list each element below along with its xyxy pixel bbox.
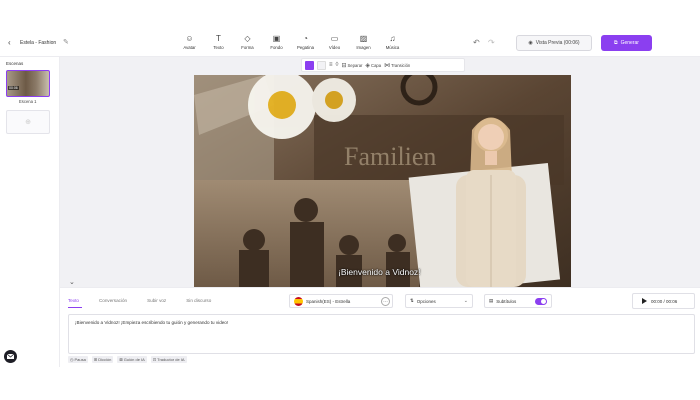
stage-background-image: Familien <box>194 75 571 287</box>
transition-icon: ⋈ <box>384 62 391 69</box>
subtitles-control: ▤ Subtítulos <box>484 294 552 308</box>
tool-sticker[interactable]: ◔ Pegatina <box>291 34 320 50</box>
tool-avatar[interactable]: ☺ Avatar <box>175 34 204 50</box>
redo-icon[interactable]: ↷ <box>488 38 495 47</box>
fill-icon[interactable]: ◊ <box>336 62 339 68</box>
scene-thumbnail[interactable]: 00:06 <box>6 70 50 97</box>
more-options-icon[interactable]: … <box>381 297 390 306</box>
project-title[interactable]: Estela - Fashion <box>20 40 56 46</box>
text-icon: T <box>216 34 221 43</box>
image-frame-icon: ▣ <box>272 34 281 43</box>
script-editor: Texto Conversación Subir voz Sin discurs… <box>60 287 700 367</box>
generate-icon: ⧉ <box>614 40 618 46</box>
color-swatch-purple[interactable] <box>305 60 314 70</box>
video-icon: ▭ <box>330 34 339 43</box>
tool-background[interactable]: ▣ Fondo <box>262 34 291 50</box>
music-icon: ♫ <box>389 34 396 43</box>
tab-text[interactable]: Texto <box>68 298 79 303</box>
ai-translator-chip[interactable]: ⊡ Traductor de IA <box>150 356 187 363</box>
canvas-toolbar: ≡ ◊ ⊟ Separar ◈ Capa ⋈ Transición <box>301 58 465 72</box>
mail-icon <box>7 354 14 359</box>
sliders-icon: ⇅ <box>410 298 414 303</box>
layer-button[interactable]: ◈ Capa <box>365 62 381 69</box>
pencil-icon[interactable]: ✎ <box>63 38 69 46</box>
pause-chip[interactable]: ◷ Pausa <box>68 356 88 363</box>
play-icon <box>642 298 647 304</box>
ai-script-chip[interactable]: ⊠ Guión de IA <box>117 356 147 363</box>
ai-script-icon: ⊠ <box>119 357 123 362</box>
subtitles-toggle[interactable] <box>535 298 547 305</box>
mail-button[interactable] <box>4 350 17 363</box>
layers-icon: ◈ <box>365 62 371 69</box>
diction-icon: ⊞ <box>93 357 98 362</box>
insert-toolbar: ☺ Avatar T Texto ◇ Forma ▣ Fondo ◔ Pegatina ▭… <box>175 34 407 50</box>
script-textarea[interactable]: ¡Bienvenido a Vidnoz! ¡Empieza escribien… <box>68 314 695 354</box>
undo-icon[interactable]: ↶ <box>473 38 480 47</box>
active-tab-indicator <box>68 307 82 308</box>
generate-button[interactable]: ⧉ Generar <box>601 35 652 51</box>
scenes-panel: Escenas 00:06 Escena 1 ⊕ <box>0 57 60 367</box>
chevron-left-icon[interactable]: ‹ <box>8 38 11 47</box>
preview-button[interactable]: ◉ Vista Previa (00:06) <box>516 35 592 51</box>
canvas-area: ≡ ◊ ⊟ Separar ◈ Capa ⋈ Transición Familien <box>60 57 700 287</box>
options-dropdown[interactable]: ⇅ Opciones ⌄ <box>405 294 473 308</box>
script-tools: ◷ Pausa ⊞ Dicción ⊠ Guión de IA ⊡ Traductor … <box>68 356 187 363</box>
separate-button[interactable]: ⊟ Separar <box>341 62 362 69</box>
editor-tabs: Texto Conversación Subir voz Sin discurs… <box>68 298 231 303</box>
scene-thumbnail-image <box>7 71 49 96</box>
scene-duration: 00:06 <box>8 86 19 90</box>
avatar-icon: ☺ <box>185 34 194 43</box>
tab-upload-voice[interactable]: Subir voz <box>147 298 166 303</box>
tool-video[interactable]: ▭ Vídeo <box>320 34 349 50</box>
scissors-icon: ⊟ <box>341 62 347 69</box>
tool-music[interactable]: ♫ Música <box>378 34 407 50</box>
scene-label: Escena 1 <box>19 99 37 104</box>
tool-text[interactable]: T Texto <box>204 34 233 50</box>
shapes-icon: ◇ <box>244 34 251 43</box>
tool-image[interactable]: ▨ Imagen <box>349 34 378 50</box>
play-button[interactable]: 00:00 / 00:06 <box>632 293 695 309</box>
clock-icon: ◷ <box>70 357 74 362</box>
tab-no-speech[interactable]: Sin discurso <box>186 298 211 303</box>
video-caption[interactable]: ¡Bienvenido a Vidnoz! <box>338 267 421 277</box>
top-bar: ‹ Estela - Fashion ✎ ☺ Avatar T Texto ◇ For… <box>0 29 700 57</box>
color-swatch-white[interactable] <box>317 60 326 70</box>
subtitles-icon: ▤ <box>489 298 494 303</box>
spain-flag-icon <box>294 296 303 306</box>
video-stage[interactable]: Familien ¡Bienvenido a Vidnoz! <box>194 75 571 287</box>
eye-icon: ◉ <box>528 40 533 46</box>
collapse-chevron-icon[interactable]: ⌄ <box>69 278 75 286</box>
chevron-down-icon: ⌄ <box>463 298 468 304</box>
svg-text:Familien: Familien <box>344 142 436 171</box>
tool-shape[interactable]: ◇ Forma <box>233 34 262 50</box>
sticker-icon: ◔ <box>303 34 308 43</box>
transition-button[interactable]: ⋈ Transición <box>384 62 410 69</box>
add-scene-button[interactable]: ⊕ <box>6 110 50 134</box>
image-icon: ▨ <box>359 34 368 43</box>
align-icon[interactable]: ≡ <box>329 62 333 68</box>
translate-icon: ⊡ <box>152 357 157 362</box>
diction-chip[interactable]: ⊞ Dicción <box>91 356 114 363</box>
plus-icon: ⊕ <box>25 119 31 126</box>
tab-conversation[interactable]: Conversación <box>99 298 127 303</box>
scenes-heading: Escenas <box>6 61 24 66</box>
voice-selector[interactable]: Spanish(ES) - Estrella … <box>289 294 393 308</box>
